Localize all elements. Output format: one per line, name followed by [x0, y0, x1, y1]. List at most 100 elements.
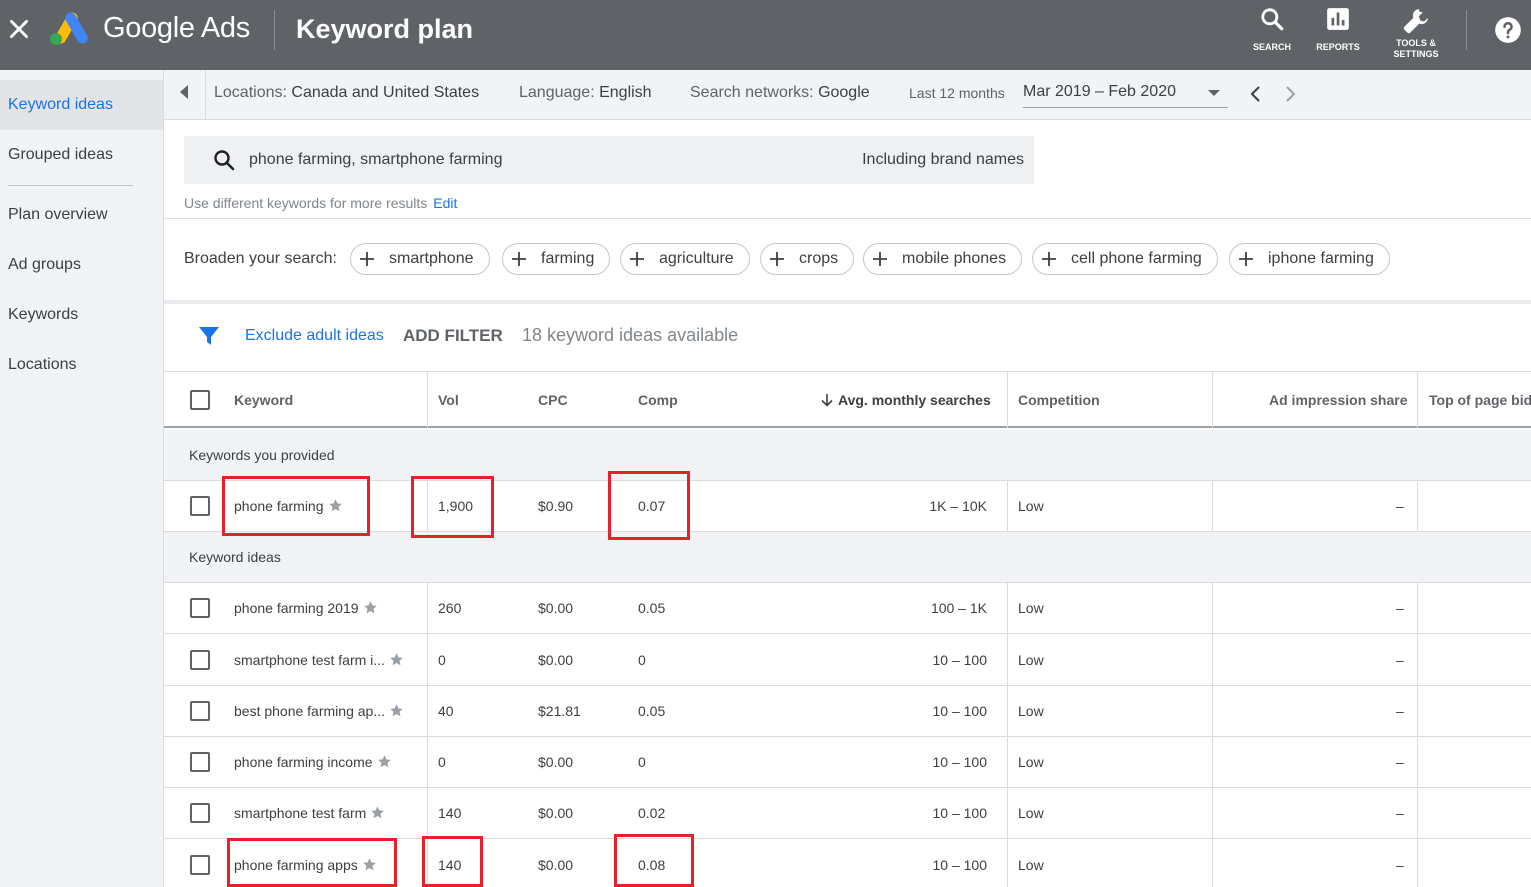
sidebar-item-grouped-ideas[interactable]: Grouped ideas — [0, 130, 163, 180]
add-filter-button[interactable]: ADD FILTER — [403, 326, 503, 346]
star-icon[interactable] — [389, 703, 404, 718]
avg-searches-cell: 10 – 100 — [932, 652, 988, 668]
sidebar-item-locations[interactable]: Locations — [0, 340, 163, 390]
broaden-chip-crops[interactable]: crops — [760, 243, 855, 275]
brand-names-setting[interactable]: Including brand names — [862, 151, 1024, 169]
header-divider-right — [1466, 10, 1467, 50]
search-query: phone farming, smartphone farming — [249, 151, 503, 168]
date-range-value: Mar 2019 – Feb 2020 — [1023, 83, 1176, 100]
tools-settings-label-line1: TOOLS & — [1396, 38, 1436, 48]
column-comp[interactable]: Comp — [638, 392, 678, 408]
search-hint: Use different keywords for more results E… — [184, 195, 457, 211]
table-row[interactable]: phone farming income 0 $0.00 0 10 – 100 … — [164, 737, 1531, 788]
avg-searches-cell: 10 – 100 — [932, 805, 988, 821]
header-divider — [274, 10, 275, 50]
cpc-cell: $0.00 — [538, 600, 574, 616]
column-divider — [1417, 481, 1418, 532]
keyword-text: smartphone test farm i... — [234, 652, 385, 668]
column-keyword[interactable]: Keyword — [234, 392, 293, 408]
row-checkbox[interactable] — [190, 752, 210, 772]
vol-cell: 0 — [438, 652, 446, 668]
networks-filter[interactable]: Search networks: Google — [690, 84, 870, 102]
competition-cell: Low — [1018, 805, 1044, 821]
highlight-box — [411, 476, 494, 538]
reports-tool-button[interactable]: REPORTS — [1312, 6, 1364, 53]
reports-tool-label: REPORTS — [1316, 42, 1360, 52]
column-divider — [427, 372, 428, 428]
keyword-text: smartphone test farm — [234, 805, 367, 821]
exclude-adult-ideas-filter[interactable]: Exclude adult ideas — [245, 327, 384, 345]
select-all-checkbox[interactable] — [190, 390, 210, 410]
edit-keywords-link[interactable]: Edit — [433, 195, 457, 211]
broaden-chip-smartphone[interactable]: smartphone — [350, 243, 490, 275]
row-checkbox[interactable] — [190, 650, 210, 670]
column-vol[interactable]: Vol — [438, 392, 459, 408]
date-range-select[interactable]: Mar 2019 – Feb 2020 — [1023, 80, 1228, 108]
avg-searches-cell: 10 – 100 — [932, 703, 988, 719]
reports-icon — [1327, 8, 1349, 30]
sort-descending-icon — [821, 394, 833, 407]
language-filter[interactable]: Language: English — [519, 84, 652, 102]
impression-share-cell: – — [1396, 498, 1404, 514]
tools-settings-button[interactable]: TOOLS & SETTINGS — [1384, 6, 1448, 60]
ideas-available-count: 18 keyword ideas available — [522, 325, 739, 345]
impression-share-cell: – — [1396, 652, 1404, 668]
comp-cell: 0.02 — [638, 805, 666, 821]
table-row[interactable]: phone farming 2019 260 $0.00 0.05 100 – … — [164, 583, 1531, 634]
column-cpc[interactable]: CPC — [538, 392, 568, 408]
broaden-chip-iphone-farming[interactable]: iphone farming — [1229, 243, 1390, 275]
highlight-box — [222, 476, 370, 536]
group-header-ideas: Keyword ideas — [164, 532, 1531, 583]
impression-share-cell: – — [1396, 754, 1404, 770]
vol-cell: 140 — [438, 805, 462, 821]
keyword-text: phone farming income — [234, 754, 373, 770]
chip-label: agriculture — [659, 250, 734, 267]
filter-icon[interactable] — [198, 325, 220, 347]
networks-value: Google — [818, 84, 870, 101]
star-icon[interactable] — [389, 652, 404, 667]
row-checkbox[interactable] — [190, 803, 210, 823]
dropdown-arrow-icon — [1208, 90, 1220, 96]
caret-left-icon — [180, 85, 188, 99]
vol-cell: 40 — [438, 703, 454, 719]
row-checkbox[interactable] — [190, 855, 210, 875]
sidebar-divider — [8, 185, 133, 186]
highlight-box — [422, 836, 483, 887]
wrench-icon — [1403, 9, 1428, 34]
row-checkbox[interactable] — [190, 598, 210, 618]
table-row[interactable]: smartphone test farm i... 0 $0.00 0 10 –… — [164, 635, 1531, 686]
column-divider — [1212, 583, 1213, 887]
close-icon[interactable] — [6, 16, 32, 42]
column-avg-monthly-searches[interactable]: Avg. monthly searches — [820, 392, 991, 408]
collapse-sidebar-button[interactable] — [164, 70, 206, 120]
table-row[interactable]: smartphone test farm 140 $0.00 0.02 10 –… — [164, 788, 1531, 839]
star-icon[interactable] — [363, 600, 378, 615]
locations-filter[interactable]: Locations: Canada and United States — [214, 84, 479, 102]
column-ad-impression-share[interactable]: Ad impression share — [1269, 392, 1408, 408]
search-tool-button[interactable]: SEARCH — [1247, 6, 1297, 53]
broaden-chip-cell-phone-farming[interactable]: cell phone farming — [1032, 243, 1218, 275]
star-icon[interactable] — [377, 754, 392, 769]
broaden-chip-mobile-phones[interactable]: mobile phones — [863, 243, 1023, 275]
row-checkbox[interactable] — [190, 701, 210, 721]
sidebar-item-keyword-ideas[interactable]: Keyword ideas — [0, 80, 163, 130]
next-period-icon[interactable] — [1280, 84, 1300, 104]
help-icon[interactable] — [1494, 16, 1522, 44]
star-icon[interactable] — [370, 805, 385, 820]
broaden-chip-agriculture[interactable]: agriculture — [620, 243, 750, 275]
sidebar-item-plan-overview[interactable]: Plan overview — [0, 190, 163, 240]
row-checkbox[interactable] — [190, 496, 210, 516]
broaden-chip-farming[interactable]: farming — [502, 243, 611, 275]
column-top-of-page-bid[interactable]: Top of page bid — [1429, 392, 1531, 408]
group-label: Keyword ideas — [189, 549, 281, 565]
language-label: Language: — [519, 84, 595, 101]
sidebar-item-keywords[interactable]: Keywords — [0, 290, 163, 340]
column-competition[interactable]: Competition — [1018, 392, 1100, 408]
impression-share-cell: – — [1396, 805, 1404, 821]
sidebar-item-ad-groups[interactable]: Ad groups — [0, 240, 163, 290]
vol-cell: 260 — [438, 600, 462, 616]
previous-period-icon[interactable] — [1246, 84, 1266, 104]
table-row[interactable]: best phone farming ap... 40 $21.81 0.05 … — [164, 686, 1531, 737]
keyword-search-box[interactable]: phone farming, smartphone farming Includ… — [184, 136, 1034, 184]
impression-share-cell: – — [1396, 600, 1404, 616]
